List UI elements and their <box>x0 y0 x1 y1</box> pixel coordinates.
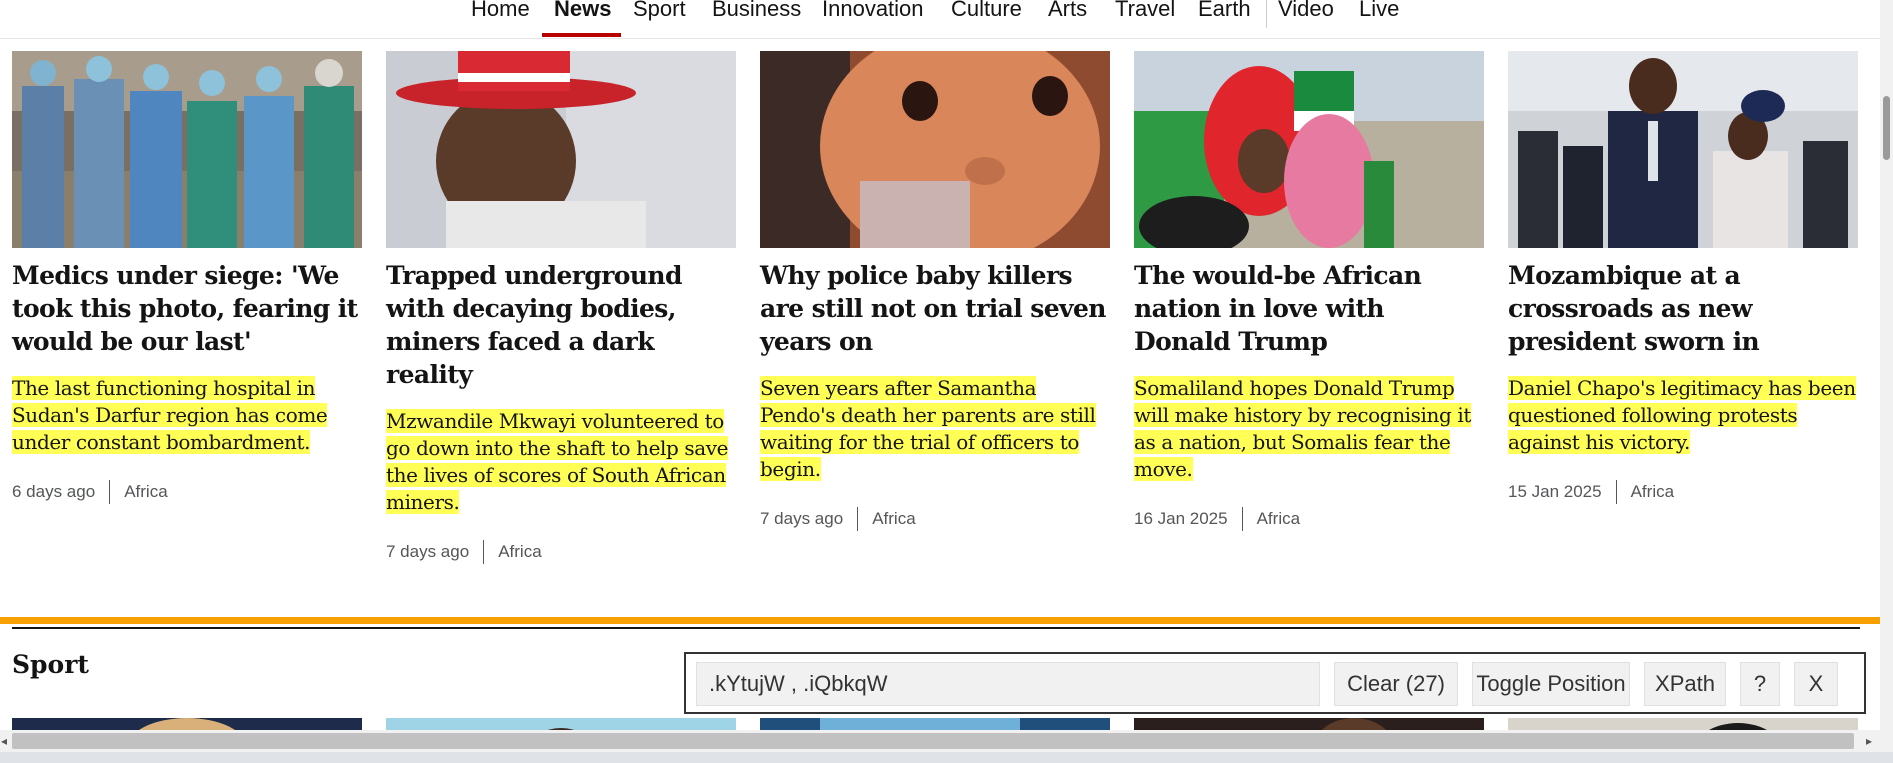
nav-business[interactable]: Business <box>712 0 801 22</box>
article-summary: Seven years after Samantha Pendo's death… <box>760 375 1110 483</box>
article-time: 7 days ago <box>386 542 470 561</box>
article-time: 7 days ago <box>760 509 844 528</box>
women-flags-image <box>1134 51 1484 248</box>
sport-section-rule <box>12 627 1860 629</box>
xpath-button[interactable]: XPath <box>1644 662 1726 706</box>
meta-divider <box>857 507 859 531</box>
article-meta: 7 days ago Africa <box>386 540 736 564</box>
nav-travel[interactable]: Travel <box>1115 0 1175 22</box>
baby-portrait-image <box>760 51 1110 248</box>
article-category-link[interactable]: Africa <box>1631 482 1674 502</box>
help-button[interactable]: ? <box>1740 662 1780 706</box>
article-headline[interactable]: Trapped underground with decaying bodies… <box>386 259 736 391</box>
nav-divider <box>1266 0 1267 28</box>
article-summary: Daniel Chapo's legitimacy has been quest… <box>1508 375 1858 456</box>
article-headline[interactable]: Mozambique at a crossroads as new presid… <box>1508 259 1858 358</box>
article-time: 6 days ago <box>12 482 96 501</box>
clear-button[interactable]: Clear (27) <box>1334 662 1458 706</box>
article-image[interactable] <box>12 51 362 248</box>
article-category-link[interactable]: Africa <box>498 542 541 562</box>
article-card: The would-be African nation in love with… <box>1134 51 1484 531</box>
nav-earth[interactable]: Earth <box>1198 0 1251 22</box>
top-navigation: Home News Sport Business Innovation Cult… <box>0 0 1880 39</box>
article-card: Why police baby killers are still not on… <box>760 51 1110 531</box>
president-wife-image <box>1508 51 1858 248</box>
article-time: 15 Jan 2025 <box>1508 482 1602 501</box>
article-summary: Mzwandile Mkwayi volunteered to go down … <box>386 408 736 516</box>
article-image[interactable] <box>386 51 736 248</box>
article-meta: 6 days ago Africa <box>12 480 362 504</box>
article-summary-text: Seven years after Samantha Pendo's death… <box>760 376 1096 481</box>
article-summary-text: The last functioning hospital in Sudan's… <box>12 376 328 454</box>
meta-divider <box>1241 507 1243 531</box>
article-card: Medics under siege: 'We took this photo,… <box>12 51 362 504</box>
article-summary-text: Somaliland hopes Donald Trump will make … <box>1134 376 1472 481</box>
window-bottom-edge <box>0 752 1893 763</box>
article-meta: 16 Jan 2025 Africa <box>1134 507 1484 531</box>
selector-gadget-toolbar: .kYtujW , .iQbkqW Clear (27) Toggle Posi… <box>684 652 1866 714</box>
article-headline[interactable]: Medics under siege: 'We took this photo,… <box>12 259 362 358</box>
nav-sport[interactable]: Sport <box>633 0 686 22</box>
horizontal-scrollbar-thumb[interactable] <box>12 733 1854 749</box>
article-summary: The last functioning hospital in Sudan's… <box>12 375 362 456</box>
close-button[interactable]: X <box>1794 662 1838 706</box>
nav-video[interactable]: Video <box>1278 0 1334 22</box>
article-summary: Somaliland hopes Donald Trump will make … <box>1134 375 1484 483</box>
article-time: 16 Jan 2025 <box>1134 509 1228 528</box>
article-card: Trapped underground with decaying bodies… <box>386 51 736 564</box>
sport-section-accent-bar <box>0 617 1880 624</box>
medics-photo-image <box>12 51 362 248</box>
nav-active-indicator <box>542 33 621 37</box>
article-image[interactable] <box>1134 51 1484 248</box>
article-headline[interactable]: Why police baby killers are still not on… <box>760 259 1110 358</box>
article-summary-text: Mzwandile Mkwayi volunteered to go down … <box>386 409 729 514</box>
article-image[interactable] <box>1508 51 1858 248</box>
article-card: Mozambique at a crossroads as new presid… <box>1508 51 1858 504</box>
article-category-link[interactable]: Africa <box>1257 509 1300 529</box>
article-meta: 7 days ago Africa <box>760 507 1110 531</box>
nav-news[interactable]: News <box>554 0 611 22</box>
nav-live[interactable]: Live <box>1359 0 1399 22</box>
article-category-link[interactable]: Africa <box>872 509 915 529</box>
article-summary-text: Daniel Chapo's legitimacy has been quest… <box>1508 376 1856 454</box>
vertical-scrollbar-thumb[interactable] <box>1883 96 1890 160</box>
nav-culture[interactable]: Culture <box>951 0 1022 22</box>
meta-divider <box>109 480 111 504</box>
article-headline[interactable]: The would-be African nation in love with… <box>1134 259 1484 358</box>
nav-arts[interactable]: Arts <box>1048 0 1087 22</box>
scroll-right-arrow-icon[interactable]: ▸ <box>1866 733 1872 749</box>
selector-input[interactable]: .kYtujW , .iQbkqW <box>696 662 1320 706</box>
meta-divider <box>483 540 485 564</box>
scroll-left-arrow-icon[interactable]: ◂ <box>1 733 7 749</box>
article-image[interactable] <box>760 51 1110 248</box>
nav-home[interactable]: Home <box>471 0 530 22</box>
article-category-link[interactable]: Africa <box>124 482 167 502</box>
toggle-position-button[interactable]: Toggle Position <box>1472 662 1630 706</box>
man-red-hat-image <box>386 51 736 248</box>
nav-innovation[interactable]: Innovation <box>822 0 924 22</box>
article-meta: 15 Jan 2025 Africa <box>1508 480 1858 504</box>
sport-section-title[interactable]: Sport <box>12 650 89 679</box>
meta-divider <box>1615 480 1617 504</box>
